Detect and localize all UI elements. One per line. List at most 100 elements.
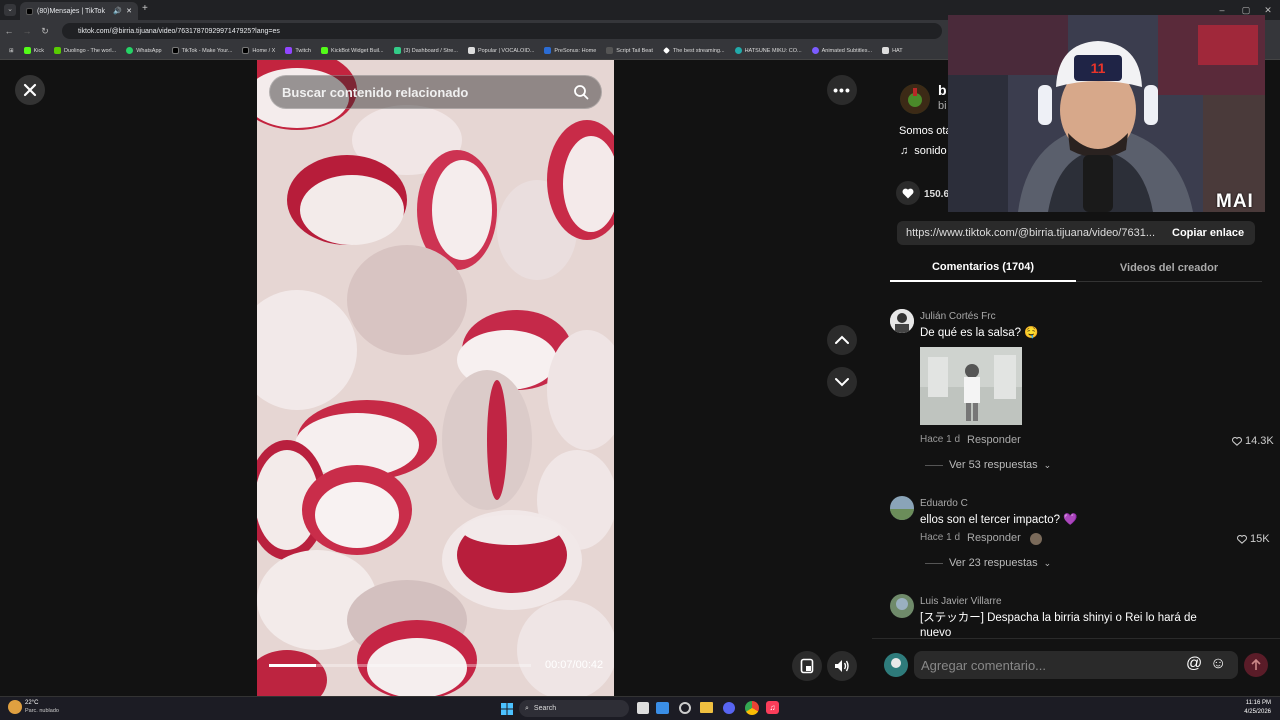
bookmark-item[interactable]: Twitch	[280, 47, 316, 54]
bookmark-item[interactable]: TikTok - Make Your...	[167, 47, 238, 54]
view-replies-button[interactable]: Ver 23 respuestas ⌄	[925, 557, 1051, 569]
video-progress-fill	[269, 664, 317, 667]
comment-like-button[interactable]: 15K	[1237, 533, 1270, 545]
more-icon: •••	[833, 82, 851, 98]
sound-name: sonido	[914, 145, 947, 157]
taskbar-search[interactable]: ⌕ Search	[519, 700, 629, 717]
next-video-button[interactable]	[827, 367, 857, 397]
comment-author[interactable]: Julián Cortés Frc	[920, 311, 996, 322]
previous-video-button[interactable]	[827, 325, 857, 355]
volume-icon	[835, 660, 849, 672]
back-icon[interactable]: ←	[0, 26, 18, 36]
audio-icon[interactable]: 🔊	[113, 7, 122, 15]
app-icon[interactable]	[679, 702, 691, 714]
tab-creator-videos-label: Videos del creador	[1119, 261, 1219, 274]
comment-avatar[interactable]	[890, 309, 914, 333]
bookmark-item[interactable]: Script Tail Beat	[601, 47, 658, 54]
streamer-webcam-overlay: 11 MAI	[948, 15, 1265, 212]
volume-button[interactable]	[827, 651, 857, 681]
clock-date[interactable]: 4/25/2026	[1233, 709, 1271, 715]
like-button[interactable]	[896, 181, 920, 205]
post-comment-button[interactable]	[1244, 653, 1268, 677]
video-progress-bar[interactable]	[269, 664, 531, 667]
tab-close-icon[interactable]: ✕	[126, 7, 132, 15]
bookmark-item[interactable]: The best streaming...	[658, 47, 730, 54]
browser-tab-active[interactable]: (80)Mensajes | TikTok 🔊 ✕	[20, 2, 138, 20]
new-tab-button[interactable]: +	[142, 3, 148, 14]
chrome-icon[interactable]	[745, 701, 759, 715]
taskbar-search-label: Search	[533, 705, 557, 712]
chevron-down-icon	[835, 378, 849, 387]
url-field[interactable]: tiktok.com/@birria.tijuana/video/7631787…	[62, 23, 942, 39]
bookmark-item[interactable]: Duolingo - The worl...	[49, 47, 121, 54]
search-icon: ⌕	[525, 704, 529, 712]
my-avatar[interactable]	[884, 653, 908, 677]
heart-icon	[902, 188, 914, 198]
bookmark-item[interactable]: Kick	[19, 47, 49, 54]
comment-avatar[interactable]	[890, 496, 914, 520]
bookmark-item[interactable]: Animated Subtitles...	[807, 47, 877, 54]
tab-comments-label: Comentarios (1704)	[931, 261, 1035, 273]
search-icon[interactable]	[573, 84, 589, 100]
forward-icon[interactable]: →	[18, 26, 36, 36]
video-link-text[interactable]: https://www.tiktok.com/@birria.tijuana/v…	[897, 227, 1162, 239]
like-count: 150.6	[924, 189, 950, 200]
comment-time: Hace 1 d	[920, 532, 961, 543]
video-player[interactable]	[257, 60, 614, 696]
apps-icon[interactable]: ⊞	[4, 48, 19, 54]
music-icon[interactable]: ♫	[766, 701, 779, 714]
replies-divider	[925, 464, 943, 466]
windows-start-icon[interactable]	[501, 702, 513, 715]
creator-liked-avatar	[1030, 533, 1042, 545]
tab-list-button[interactable]: ⌄	[4, 4, 16, 16]
view-replies-button[interactable]: Ver 53 respuestas ⌄	[925, 459, 1051, 471]
file-explorer-icon[interactable]	[700, 702, 713, 713]
tab-comments[interactable]: Comentarios (1704)	[890, 254, 1076, 282]
bookmark-item[interactable]: Popular | VOCALOID...	[463, 47, 539, 54]
close-video-button[interactable]	[15, 75, 45, 105]
close-icon	[23, 83, 37, 97]
weather-icon[interactable]	[8, 700, 22, 714]
mention-icon[interactable]: @	[1186, 655, 1202, 673]
bookmark-item[interactable]: PreSonus: Home	[539, 47, 601, 54]
floating-player-button[interactable]	[792, 651, 822, 681]
heart-outline-icon	[1232, 436, 1242, 446]
tab-creator-videos[interactable]: Videos del creador	[1076, 254, 1262, 282]
copy-link-button[interactable]: Copiar enlace	[1162, 227, 1244, 239]
comment-input[interactable]: Agregar comentario... @ ☺	[914, 651, 1238, 679]
comment-author[interactable]: Luis Javier Villarre	[920, 596, 1002, 607]
emoji-icon[interactable]: ☺	[1210, 655, 1226, 673]
bookmark-item[interactable]: WhatsApp	[121, 47, 166, 54]
reply-button[interactable]: Responder	[967, 434, 1021, 446]
more-options-button[interactable]: •••	[827, 75, 857, 105]
bookmark-item[interactable]: HATSUNE MIKU: CO...	[730, 47, 807, 54]
comment-avatar[interactable]	[890, 594, 914, 618]
task-view-icon[interactable]	[637, 702, 649, 714]
webcam-image: 11	[948, 15, 1265, 212]
search-placeholder: Buscar contenido relacionado	[282, 84, 469, 100]
bookmark-item[interactable]: Home / X	[237, 47, 280, 54]
comment-like-button[interactable]: 14.3K	[1232, 435, 1274, 447]
webcam-overlay-logo: MAI	[1216, 191, 1254, 212]
arrow-up-icon	[1251, 659, 1261, 670]
bookmark-item[interactable]: (3) Dashboard / Stre...	[389, 47, 463, 54]
tiktok-icon	[26, 7, 33, 15]
discord-icon[interactable]	[723, 702, 735, 714]
copy-link-box: https://www.tiktok.com/@birria.tijuana/v…	[897, 221, 1255, 245]
bookmark-item[interactable]: HAT	[877, 47, 908, 54]
reply-button[interactable]: Responder	[967, 532, 1021, 544]
comment-author[interactable]: Eduardo C	[920, 498, 968, 509]
heart-outline-icon	[1237, 534, 1247, 544]
author-name[interactable]: b	[938, 82, 947, 98]
author-avatar[interactable]	[900, 84, 930, 114]
author-handle: bi	[938, 100, 947, 112]
windows-taskbar: 22°C Parc. nublado ⌕ Search ♫ 11:16 PM 4…	[0, 696, 1280, 720]
edge-icon[interactable]	[656, 702, 669, 714]
bookmark-item[interactable]: KickBot Widget Buil...	[316, 47, 389, 54]
related-search-input[interactable]: Buscar contenido relacionado	[269, 75, 602, 109]
reload-icon[interactable]: ↻	[36, 26, 54, 37]
sound-link[interactable]: ♫ sonido	[900, 145, 947, 157]
video-frame-radishes	[257, 60, 614, 696]
clock-time[interactable]: 11:16 PM	[1233, 700, 1271, 706]
comment-sticker-image[interactable]	[920, 347, 1022, 425]
